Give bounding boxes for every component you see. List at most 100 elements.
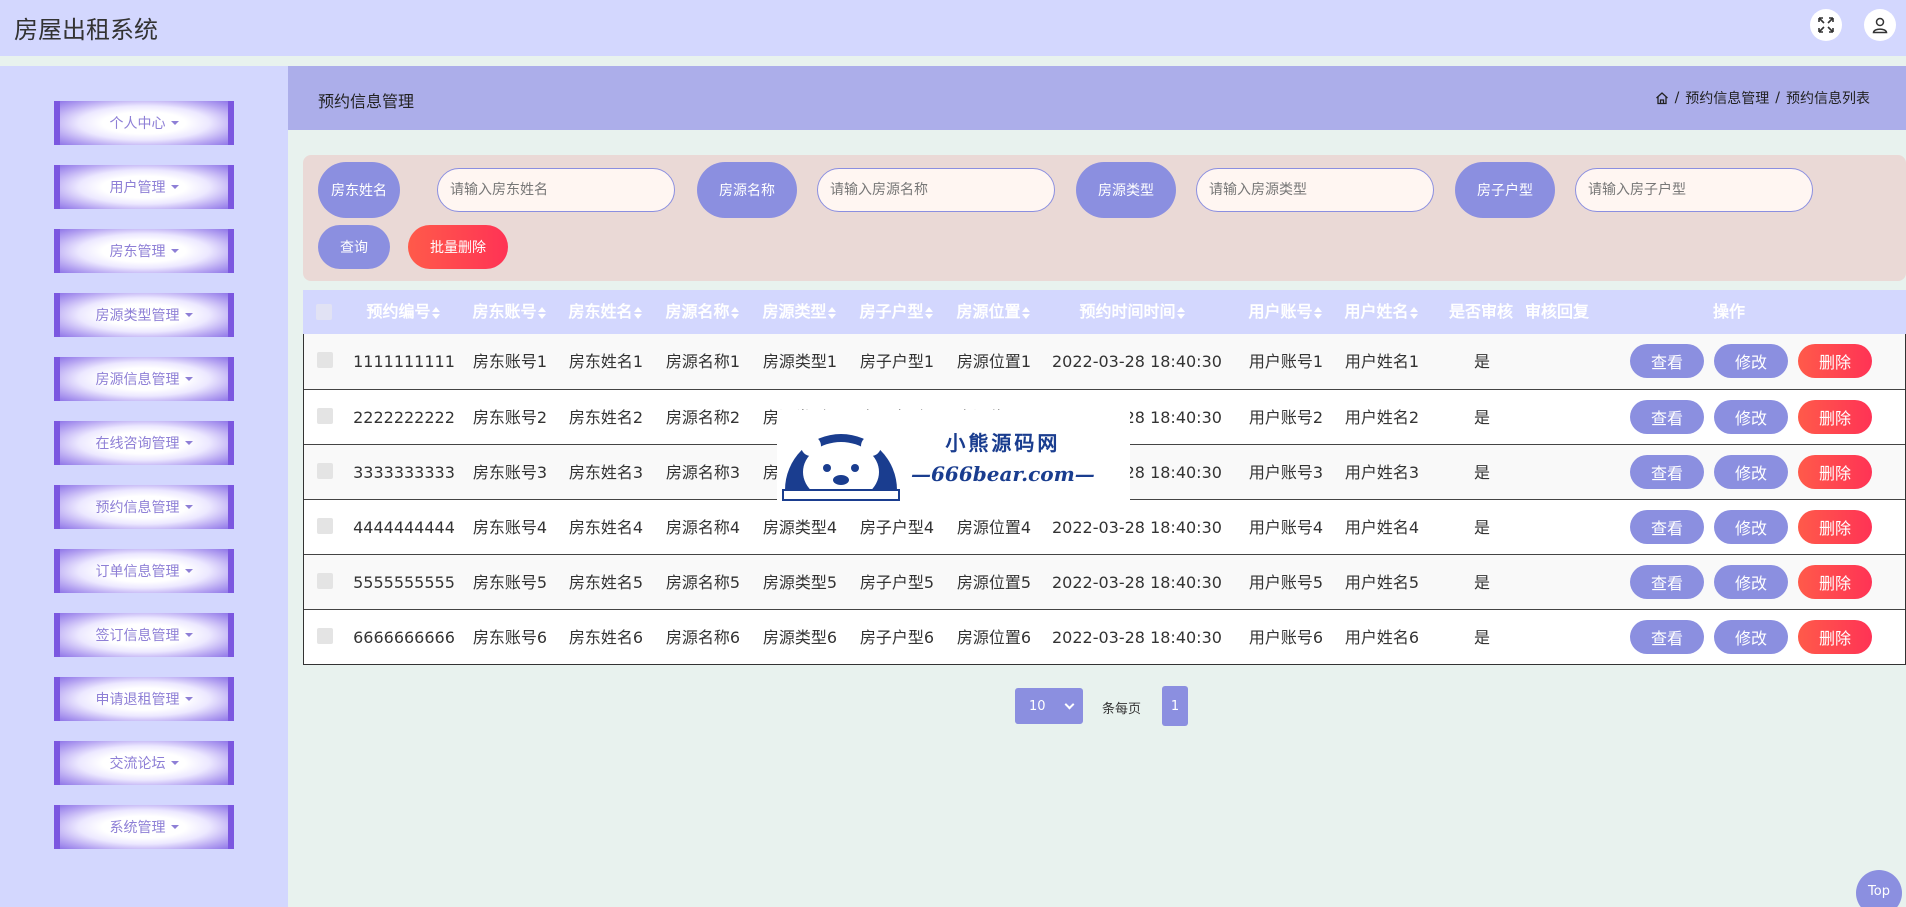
caret-down-icon — [184, 377, 193, 381]
user-button[interactable] — [1864, 9, 1896, 41]
sidebar-item-checkout[interactable]: 申请退租管理 — [54, 677, 234, 721]
column-header-label: 是否审核 — [1448, 302, 1513, 321]
view-button[interactable]: 查看 — [1630, 344, 1704, 378]
cell-review-reply — [1522, 445, 1594, 500]
house-name-input[interactable] — [817, 168, 1055, 212]
column-header-house-location[interactable]: 房源位置 — [951, 290, 1035, 334]
view-button[interactable]: 查看 — [1630, 510, 1704, 544]
column-header-house-type[interactable]: 房源类型 — [757, 290, 841, 334]
cell-is-reviewed: 是 — [1473, 408, 1490, 427]
page-number-button[interactable]: 1 — [1162, 686, 1188, 726]
cell-booking-id: 1111111111 — [353, 352, 455, 371]
page-size-select[interactable]: 10 — [1015, 688, 1083, 724]
column-header-landlord-name[interactable]: 房东姓名 — [563, 290, 647, 334]
sort-icon[interactable] — [537, 306, 546, 319]
scroll-top-button[interactable]: Top — [1856, 870, 1902, 907]
row-checkbox[interactable] — [317, 408, 333, 424]
cell-is-reviewed: 是 — [1473, 628, 1490, 647]
cell-landlord-name: 房东姓名3 — [568, 463, 644, 482]
row-checkbox[interactable] — [317, 628, 333, 644]
delete-button[interactable]: 删除 — [1798, 400, 1872, 434]
cell-house-layout: 房子户型4 — [859, 518, 935, 537]
cell-house-location: 房源位置1 — [956, 352, 1032, 371]
edit-button[interactable]: 修改 — [1714, 344, 1788, 378]
sidebar-item-landlords[interactable]: 房东管理 — [54, 229, 234, 273]
sort-icon[interactable] — [730, 306, 739, 319]
cell-booking-id: 5555555555 — [353, 573, 455, 592]
cell-user-account: 用户账号5 — [1248, 573, 1324, 592]
column-header-label: 审核回复 — [1524, 302, 1589, 321]
sidebar-item-consult[interactable]: 在线咨询管理 — [54, 421, 234, 465]
sidebar-item-house-types[interactable]: 房源类型管理 — [54, 293, 234, 337]
view-button[interactable]: 查看 — [1630, 455, 1704, 489]
caret-down-icon — [170, 249, 179, 253]
edit-button[interactable]: 修改 — [1714, 510, 1788, 544]
delete-button[interactable]: 删除 — [1798, 455, 1872, 489]
row-checkbox[interactable] — [317, 463, 333, 479]
sort-icon[interactable] — [1021, 306, 1030, 319]
sort-icon[interactable] — [1176, 306, 1185, 319]
caret-down-icon — [170, 825, 179, 829]
cell-booking-time: 2022-03-28 18:40:30 — [1052, 518, 1222, 537]
delete-button[interactable]: 删除 — [1798, 620, 1872, 654]
column-header-user-account[interactable]: 用户账号 — [1243, 290, 1327, 334]
sort-icon[interactable] — [633, 306, 642, 319]
cell-house-name: 房源名称4 — [665, 518, 741, 537]
breadcrumb-item-appointment[interactable]: 预约信息管理 — [1685, 88, 1769, 108]
delete-button[interactable]: 删除 — [1798, 510, 1872, 544]
cell-booking-time: 2022-03-28 18:40:30 — [1052, 628, 1222, 647]
view-button[interactable]: 查看 — [1630, 400, 1704, 434]
sidebar-item-profile[interactable]: 个人中心 — [54, 101, 234, 145]
column-header-label: 房源类型 — [762, 302, 827, 321]
sidebar-item-appointments[interactable]: 预约信息管理 — [54, 485, 234, 529]
sort-icon[interactable] — [431, 306, 440, 319]
row-checkbox[interactable] — [317, 518, 333, 534]
house-type-input[interactable] — [1196, 168, 1434, 212]
breadcrumb: / 预约信息管理 / 预约信息列表 — [1655, 88, 1870, 108]
view-button[interactable]: 查看 — [1630, 565, 1704, 599]
column-header-user-name[interactable]: 用户姓名 — [1339, 290, 1423, 334]
query-button[interactable]: 查询 — [318, 225, 390, 269]
sidebar-item-label: 申请退租管理 — [95, 692, 180, 708]
house-name-label: 房源名称 — [697, 162, 797, 218]
select-all-checkbox[interactable] — [316, 304, 332, 320]
sidebar-item-system[interactable]: 系统管理 — [54, 805, 234, 849]
row-checkbox[interactable] — [317, 352, 333, 368]
cell-review-reply — [1522, 390, 1594, 445]
cell-user-name: 用户姓名2 — [1344, 408, 1420, 427]
column-header-booking-id[interactable]: 预约编号 — [343, 290, 463, 334]
layout-input[interactable] — [1575, 168, 1813, 212]
delete-button[interactable]: 删除 — [1798, 344, 1872, 378]
delete-button[interactable]: 删除 — [1798, 565, 1872, 599]
edit-button[interactable]: 修改 — [1714, 565, 1788, 599]
view-button[interactable]: 查看 — [1630, 620, 1704, 654]
sidebar-item-contracts[interactable]: 签订信息管理 — [54, 613, 234, 657]
sort-icon[interactable] — [924, 306, 933, 319]
landlord-name-input[interactable] — [437, 168, 675, 212]
edit-button[interactable]: 修改 — [1714, 400, 1788, 434]
column-header-label: 房源名称 — [665, 302, 730, 321]
sort-icon[interactable] — [827, 306, 836, 319]
sidebar-item-orders[interactable]: 订单信息管理 — [54, 549, 234, 593]
cell-landlord-name: 房东姓名5 — [568, 573, 644, 592]
cell-user-name: 用户姓名4 — [1344, 518, 1420, 537]
sidebar-item-forum[interactable]: 交流论坛 — [54, 741, 234, 785]
edit-button[interactable]: 修改 — [1714, 455, 1788, 489]
row-checkbox[interactable] — [317, 573, 333, 589]
sort-icon[interactable] — [1409, 306, 1418, 319]
cell-booking-time: 2022-03-28 18:40:30 — [1052, 352, 1222, 371]
chevron-down-icon — [1064, 699, 1075, 710]
column-header-booking-time[interactable]: 预约时间时间 — [1051, 290, 1213, 334]
home-icon[interactable] — [1655, 91, 1669, 105]
sidebar-item-label: 预约信息管理 — [95, 500, 180, 516]
batch-delete-button[interactable]: 批量删除 — [408, 225, 508, 269]
sort-icon[interactable] — [1313, 306, 1322, 319]
sidebar-item-house-info[interactable]: 房源信息管理 — [54, 357, 234, 401]
column-header-landlord-account[interactable]: 房东账号 — [467, 290, 551, 334]
column-header-house-name[interactable]: 房源名称 — [660, 290, 744, 334]
fullscreen-button[interactable] — [1810, 9, 1842, 41]
column-header-label: 房东姓名 — [568, 302, 633, 321]
column-header-house-layout[interactable]: 房子户型 — [854, 290, 938, 334]
edit-button[interactable]: 修改 — [1714, 620, 1788, 654]
sidebar-item-users[interactable]: 用户管理 — [54, 165, 234, 209]
